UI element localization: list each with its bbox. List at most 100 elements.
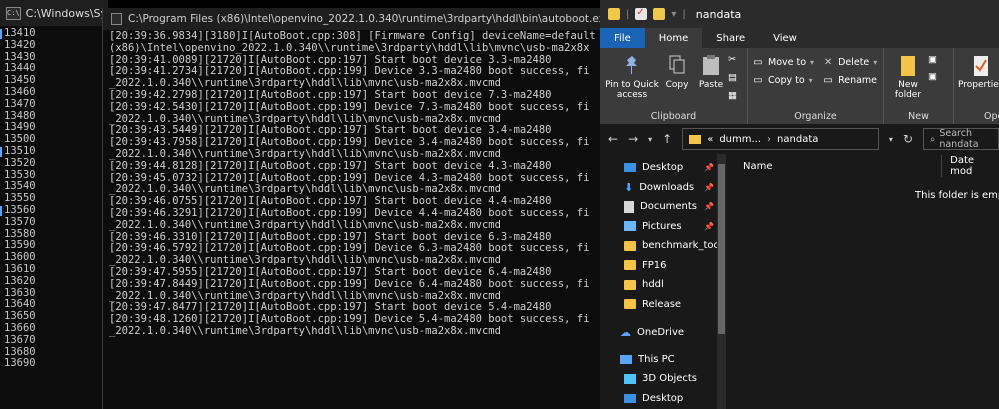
bg-console-title: C:\Windows\Syste bbox=[25, 6, 108, 20]
new-group-label: New bbox=[908, 111, 929, 122]
clipboard-group: Pin to Quick access Copy Paste ✂ ▤ ▦ Cli… bbox=[600, 48, 748, 124]
autoboot-console-titlebar[interactable]: C:\Program Files (x86)\Intel\openvino_20… bbox=[103, 8, 611, 30]
tab-view[interactable]: View bbox=[759, 28, 811, 48]
delete-button[interactable]: ✕ Delete ▾ bbox=[822, 56, 877, 68]
sidebar-item-hddl[interactable]: hddl bbox=[600, 275, 728, 295]
line-number: 13470 bbox=[4, 97, 36, 110]
breadcrumb-dummy[interactable]: dumm... bbox=[719, 134, 761, 145]
address-bar-row: ← → ▾ ↑ « dumm... › nandata ▾ ↻ ⌕ Search… bbox=[600, 124, 999, 154]
autoboot-console-window[interactable]: C:\Program Files (x86)\Intel\openvino_20… bbox=[102, 8, 611, 409]
file-list[interactable]: Name Date mod This folder is empty. bbox=[730, 154, 999, 409]
back-arrow-icon[interactable]: ← bbox=[608, 132, 618, 146]
console-line: [20:39:44.8128][21720]I[AutoBoot.cpp:197… bbox=[109, 159, 552, 172]
clipboard-group-label: Clipboard bbox=[650, 111, 697, 122]
sidebar-item-release[interactable]: Release bbox=[600, 295, 728, 315]
nav-scrollbar-thumb[interactable] bbox=[718, 164, 725, 334]
quick-access-folder-icon[interactable] bbox=[608, 8, 620, 20]
tab-home[interactable]: Home bbox=[644, 28, 703, 48]
bg-console-titlebar[interactable]: C:\ C:\Windows\Syste bbox=[0, 0, 108, 26]
folder-icon bbox=[624, 240, 636, 251]
properties-icon bbox=[971, 54, 991, 76]
refresh-icon[interactable]: ↻ bbox=[903, 132, 913, 146]
sidebar-item-benchmark-tool[interactable]: benchmark_tool bbox=[600, 236, 728, 256]
organize-group: ▭ Move to ▾ ▭ Copy to ▾ ✕ Delete ▾ ▭ Ren… bbox=[748, 48, 884, 124]
address-overflow[interactable]: « bbox=[707, 134, 713, 145]
sidebar-item-desktop[interactable]: Desktop 📌 bbox=[600, 158, 728, 178]
sidebar-item-label: hddl bbox=[642, 279, 664, 291]
tab-file[interactable]: File bbox=[600, 28, 645, 48]
delete-icon: ✕ bbox=[823, 56, 833, 68]
explorer-title: nandata bbox=[695, 7, 742, 21]
desktop-icon bbox=[624, 393, 636, 403]
console-line: [20:39:46.3291][21720]I[AutoBoot.cpp:199… bbox=[109, 206, 590, 219]
bg-console-output: 13410 13420 13430 13440 13450 13460 13470 13480… bbox=[0, 27, 36, 370]
line-number: 13570 bbox=[4, 215, 36, 228]
3d-objects-icon bbox=[624, 373, 636, 384]
desktop-icon bbox=[624, 163, 636, 173]
background-console-window[interactable]: C:\ C:\Windows\Syste 1341013420134301344… bbox=[0, 0, 108, 409]
file-explorer-window[interactable]: | ▾ | nandata File Home Share View Pin t… bbox=[600, 0, 999, 409]
line-number: 13560 bbox=[0, 203, 36, 216]
nav-onedrive[interactable]: ☁ OneDrive bbox=[600, 323, 728, 343]
rename-button[interactable]: ▭ Rename bbox=[822, 74, 877, 86]
nav-this-pc[interactable]: This PC bbox=[600, 350, 728, 370]
rename-icon: ▭ bbox=[823, 74, 833, 86]
cloud-icon: ☁ bbox=[620, 326, 631, 340]
nav-3d-objects[interactable]: 3D Objects bbox=[600, 369, 728, 389]
paste-shortcut-icon[interactable]: ▦ bbox=[728, 90, 737, 101]
search-input[interactable]: ⌕ Search nandata bbox=[923, 128, 999, 150]
line-number: 13510 bbox=[0, 144, 36, 157]
paste-icon bbox=[701, 54, 721, 76]
ribbon: Pin to Quick access Copy Paste ✂ ▤ ▦ Cli… bbox=[600, 48, 999, 124]
sidebar-item-label: benchmark_tool bbox=[642, 240, 723, 252]
properties-check-icon[interactable] bbox=[635, 7, 648, 20]
folder-icon bbox=[624, 279, 636, 290]
move-to-button[interactable]: ▭ Move to ▾ bbox=[752, 56, 814, 68]
recent-locations-chevron-icon[interactable]: ▾ bbox=[648, 135, 652, 144]
tab-share[interactable]: Share bbox=[702, 28, 759, 48]
line-number: 13690 bbox=[4, 357, 36, 370]
sidebar-item-downloads[interactable]: ⬇ Downloads 📌 bbox=[600, 178, 728, 198]
sidebar-item-label: Pictures bbox=[642, 220, 682, 232]
sidebar-item-fp16[interactable]: FP16 bbox=[600, 256, 728, 276]
line-number: 13520 bbox=[4, 156, 36, 169]
nav-scrollbar[interactable] bbox=[717, 154, 726, 409]
line-number: 13420 bbox=[4, 38, 36, 51]
new-item-icon[interactable]: ▣ bbox=[928, 54, 937, 65]
sidebar-item-label: Release bbox=[642, 298, 682, 310]
cut-icon[interactable]: ✂ bbox=[728, 54, 737, 65]
cmd-icon bbox=[111, 13, 123, 25]
move-to-icon: ▭ bbox=[753, 56, 763, 68]
sidebar-item-label: FP16 bbox=[642, 259, 667, 271]
new-folder-quick-icon[interactable] bbox=[653, 8, 666, 20]
column-name[interactable]: Name bbox=[730, 161, 941, 172]
copy-icon bbox=[667, 54, 687, 76]
empty-folder-message: This folder is empty. bbox=[915, 190, 999, 201]
breadcrumb-nandata[interactable]: nandata bbox=[777, 134, 818, 145]
forward-arrow-icon[interactable]: → bbox=[628, 132, 638, 146]
address-dropdown-icon[interactable]: ▾ bbox=[889, 135, 893, 144]
up-arrow-icon[interactable]: ↑ bbox=[662, 132, 672, 146]
open-group-label: Ope bbox=[984, 111, 999, 122]
organize-group-label: Organize bbox=[794, 111, 837, 122]
address-bar[interactable]: « dumm... › nandata bbox=[682, 128, 879, 150]
autoboot-console-output: [20:39:36.9834][3180]I[AutoBoot.cpp:308]… bbox=[109, 30, 596, 338]
copy-path-icon[interactable]: ▤ bbox=[728, 72, 737, 83]
pin-icon: 📌 bbox=[704, 182, 714, 192]
easy-access-icon[interactable]: ▣ bbox=[928, 71, 937, 82]
ribbon-tabs: File Home Share View bbox=[600, 28, 999, 48]
search-icon: ⌕ bbox=[930, 133, 936, 145]
chevron-right-icon: › bbox=[767, 133, 772, 145]
chevron-down-icon: ▾ bbox=[810, 57, 815, 67]
pin-icon: 📌 bbox=[704, 202, 714, 212]
sidebar-item-pictures[interactable]: Pictures 📌 bbox=[600, 217, 728, 237]
copy-to-button[interactable]: ▭ Copy to ▾ bbox=[752, 74, 814, 86]
explorer-titlebar[interactable]: | ▾ | nandata bbox=[600, 0, 999, 28]
nav-desktop-pc[interactable]: Desktop bbox=[600, 389, 728, 409]
new-group: New folder ▣ ▣ New bbox=[884, 48, 954, 124]
column-date-modified[interactable]: Date mod bbox=[941, 155, 999, 177]
sidebar-item-documents[interactable]: Documents 📌 bbox=[600, 197, 728, 217]
customize-toolbar-chevron-icon[interactable]: ▾ bbox=[671, 9, 676, 20]
sidebar-item-label: Downloads bbox=[639, 181, 695, 193]
sidebar-item-label: Desktop bbox=[642, 162, 684, 174]
